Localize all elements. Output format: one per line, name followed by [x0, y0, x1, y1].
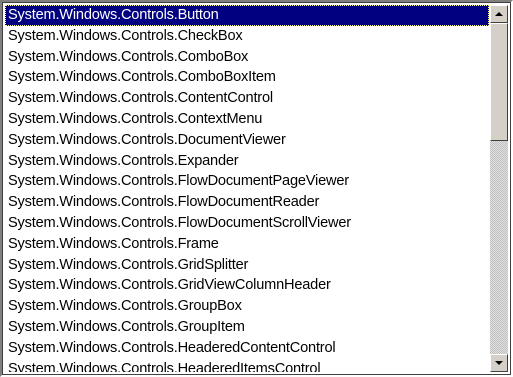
- list-item[interactable]: System.Windows.Controls.ComboBoxItem: [5, 67, 489, 88]
- list-item[interactable]: System.Windows.Controls.ContentControl: [5, 88, 489, 109]
- list-item[interactable]: System.Windows.Controls.DocumentViewer: [5, 130, 489, 151]
- list-item[interactable]: System.Windows.Controls.Frame: [5, 234, 489, 255]
- list-item[interactable]: System.Windows.Controls.FlowDocumentScro…: [5, 213, 489, 234]
- list-item[interactable]: System.Windows.Controls.ComboBox: [5, 47, 489, 68]
- scrollbar-thumb[interactable]: [490, 23, 508, 141]
- list-item[interactable]: System.Windows.Controls.GridViewColumnHe…: [5, 275, 489, 296]
- scroll-down-button[interactable]: [490, 354, 508, 372]
- list-item[interactable]: System.Windows.Controls.CheckBox: [5, 26, 489, 47]
- arrow-down-icon: [495, 360, 503, 365]
- arrow-up-icon: [495, 11, 503, 16]
- list-item[interactable]: System.Windows.Controls.GroupBox: [5, 296, 489, 317]
- list-item[interactable]: System.Windows.Controls.GroupItem: [5, 317, 489, 338]
- types-listbox[interactable]: System.Windows.Controls.Button System.Win…: [0, 0, 513, 377]
- list-item[interactable]: System.Windows.Controls.HeaderedContentC…: [5, 338, 489, 359]
- scroll-up-button[interactable]: [490, 5, 508, 23]
- list-item[interactable]: System.Windows.Controls.FlowDocumentRead…: [5, 192, 489, 213]
- list-item[interactable]: System.Windows.Controls.Expander: [5, 151, 489, 172]
- list-item[interactable]: System.Windows.Controls.ContextMenu: [5, 109, 489, 130]
- vertical-scrollbar[interactable]: [490, 5, 508, 372]
- list-item[interactable]: System.Windows.Controls.GridSplitter: [5, 255, 489, 276]
- list-item[interactable]: System.Windows.Controls.Button: [5, 5, 489, 26]
- listbox-items: System.Windows.Controls.Button System.Win…: [5, 5, 489, 372]
- list-item[interactable]: System.Windows.Controls.HeaderedItemsCon…: [5, 359, 489, 372]
- list-item[interactable]: System.Windows.Controls.FlowDocumentPage…: [5, 171, 489, 192]
